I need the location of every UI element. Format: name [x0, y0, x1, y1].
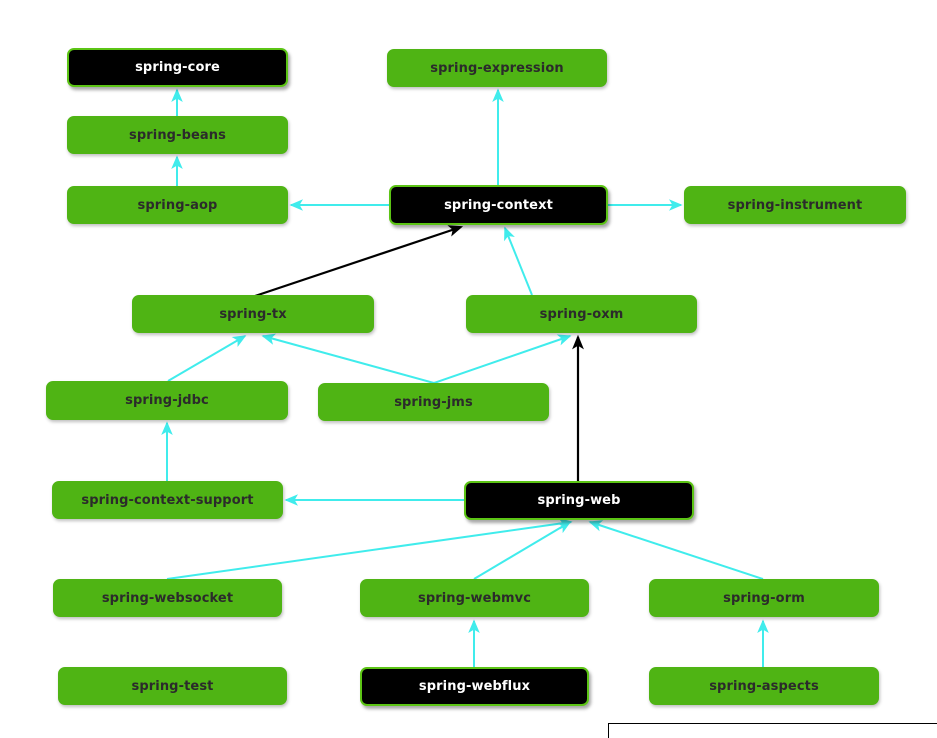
module-node-spring-expression[interactable]: spring-expression — [387, 49, 607, 87]
module-node-label: spring-context-support — [81, 492, 254, 508]
module-node-spring-webflux[interactable]: spring-webflux — [360, 667, 589, 706]
dependency-edges — [161, 88, 769, 667]
module-node-spring-aop[interactable]: spring-aop — [67, 186, 288, 224]
partial-panel-bottom-right — [608, 723, 937, 738]
module-node-spring-test[interactable]: spring-test — [58, 667, 287, 705]
module-node-spring-websocket[interactable]: spring-websocket — [53, 579, 282, 617]
edge-spring-webmvc-to-spring-web — [473, 521, 572, 580]
module-node-spring-jms[interactable]: spring-jms — [318, 383, 549, 421]
module-node-label: spring-web — [537, 493, 621, 508]
module-node-label: spring-aop — [137, 197, 218, 213]
edge-spring-orm-to-spring-web — [588, 520, 764, 580]
module-node-label: spring-webmvc — [417, 590, 532, 606]
module-node-label: spring-orm — [723, 590, 805, 606]
edge-spring-websocket-to-spring-web — [166, 517, 573, 580]
module-node-spring-instrument[interactable]: spring-instrument — [684, 186, 906, 224]
module-node-label: spring-core — [135, 60, 220, 75]
edge-spring-oxm-to-spring-context — [504, 226, 533, 296]
edge-spring-jdbc-to-spring-tx — [167, 335, 247, 382]
module-node-label: spring-jms — [394, 394, 473, 410]
module-node-spring-beans[interactable]: spring-beans — [67, 116, 288, 154]
module-node-spring-tx[interactable]: spring-tx — [132, 295, 374, 333]
edge-spring-jms-to-spring-oxm — [433, 334, 572, 384]
module-node-label: spring-jdbc — [125, 393, 209, 408]
module-node-label: spring-webflux — [418, 679, 531, 694]
module-node-spring-webmvc[interactable]: spring-webmvc — [360, 579, 589, 617]
module-node-label: spring-expression — [430, 60, 564, 76]
module-node-spring-core[interactable]: spring-core — [67, 48, 288, 87]
module-node-label: spring-oxm — [539, 306, 624, 322]
module-node-spring-orm[interactable]: spring-orm — [649, 579, 879, 617]
module-node-label: spring-beans — [129, 127, 226, 143]
edge-spring-jms-to-spring-tx — [261, 333, 435, 384]
edge-spring-tx-to-spring-context — [254, 225, 464, 298]
module-node-label: spring-test — [131, 678, 214, 694]
module-node-spring-jdbc[interactable]: spring-jdbc — [46, 381, 288, 420]
module-node-spring-oxm[interactable]: spring-oxm — [466, 295, 697, 333]
module-node-label: spring-instrument — [727, 197, 863, 213]
module-node-label: spring-websocket — [101, 590, 234, 606]
module-node-spring-context[interactable]: spring-context — [389, 185, 608, 225]
module-node-spring-aspects[interactable]: spring-aspects — [649, 667, 879, 705]
module-node-label: spring-aspects — [709, 678, 819, 694]
module-node-label: spring-tx — [219, 306, 287, 322]
module-node-spring-context-support[interactable]: spring-context-support — [52, 481, 283, 519]
module-node-spring-web[interactable]: spring-web — [464, 481, 694, 520]
diagram-canvas: spring-core spring-expression spring-beans… — [0, 0, 937, 738]
module-node-label: spring-context — [444, 197, 553, 213]
